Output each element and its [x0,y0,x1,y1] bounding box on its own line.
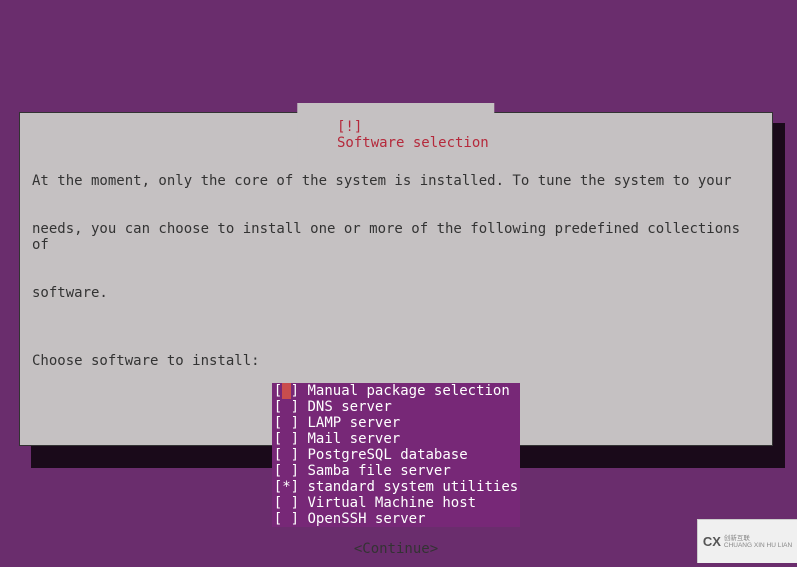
checkbox-open-bracket: [ [274,383,282,399]
software-item-label: LAMP server [308,415,519,431]
intro-line: needs, you can choose to install one or … [32,221,760,253]
software-item[interactable]: [*] standard system utilities [272,479,520,495]
checkbox-open-bracket: [ [274,479,282,495]
checkbox-open-bracket: [ [274,511,282,527]
checkbox-close-bracket: ] [291,447,308,463]
checkbox-open-bracket: [ [274,447,282,463]
watermark-line1: 创新互联 [724,535,792,542]
software-item-label: Manual package selection [308,383,519,399]
software-item[interactable]: [ ] DNS server [272,399,520,415]
continue-button[interactable]: <Continue> [32,541,760,557]
checkbox-mark [282,415,290,431]
watermark-logo: CX [703,534,721,549]
checkbox-close-bracket: ] [291,479,308,495]
software-item[interactable]: [ ] Mail server [272,431,520,447]
software-item[interactable]: [ ] OpenSSH server [272,511,520,527]
checkbox-mark [282,399,290,415]
dialog-title: [!] Software selection [297,103,494,167]
choose-label: Choose software to install: [32,353,760,369]
checkbox-close-bracket: ] [291,431,308,447]
continue-label: <Continue> [354,541,438,557]
software-item-label: standard system utilities [308,479,519,495]
software-item[interactable]: [ ] Manual package selection [272,383,520,399]
checkbox-mark [282,463,290,479]
software-selection-dialog: [!] Software selection At the moment, on… [19,112,773,446]
checkbox-open-bracket: [ [274,431,282,447]
checkbox-close-bracket: ] [291,495,308,511]
checkbox-mark [282,431,290,447]
checkbox-close-bracket: ] [291,415,308,431]
checkbox-mark [282,447,290,463]
intro-line: At the moment, only the core of the syst… [32,173,760,189]
software-list-inner: [ ] Manual package selection [ ] DNS ser… [272,383,520,527]
watermark: CX 创新互联 CHUANG XIN HU LIAN [697,519,797,563]
watermark-text: 创新互联 CHUANG XIN HU LIAN [724,535,792,549]
checkbox-close-bracket: ] [291,463,308,479]
title-text: Software selection [337,135,489,151]
software-item[interactable]: [ ] Virtual Machine host [272,495,520,511]
software-item[interactable]: [ ] LAMP server [272,415,520,431]
software-item-label: Samba file server [308,463,519,479]
checkbox-mark [282,495,290,511]
dialog-content: At the moment, only the core of the syst… [20,113,772,567]
software-item-label: OpenSSH server [308,511,519,527]
software-item-label: Mail server [308,431,519,447]
title-prefix: [!] [337,119,362,135]
software-item-label: Virtual Machine host [308,495,519,511]
checkbox-open-bracket: [ [274,415,282,431]
checkbox-mark: * [282,479,290,495]
software-item-label: PostgreSQL database [308,447,519,463]
software-item[interactable]: [ ] PostgreSQL database [272,447,520,463]
software-item-label: DNS server [308,399,519,415]
checkbox-mark [282,383,290,399]
checkbox-mark [282,511,290,527]
checkbox-open-bracket: [ [274,399,282,415]
software-list: [ ] Manual package selection [ ] DNS ser… [32,383,760,527]
checkbox-open-bracket: [ [274,463,282,479]
checkbox-open-bracket: [ [274,495,282,511]
software-item[interactable]: [ ] Samba file server [272,463,520,479]
checkbox-close-bracket: ] [291,511,308,527]
checkbox-close-bracket: ] [291,399,308,415]
intro-line: software. [32,285,760,301]
intro-text: At the moment, only the core of the syst… [32,141,760,333]
watermark-line2: CHUANG XIN HU LIAN [724,542,792,549]
checkbox-close-bracket: ] [291,383,308,399]
